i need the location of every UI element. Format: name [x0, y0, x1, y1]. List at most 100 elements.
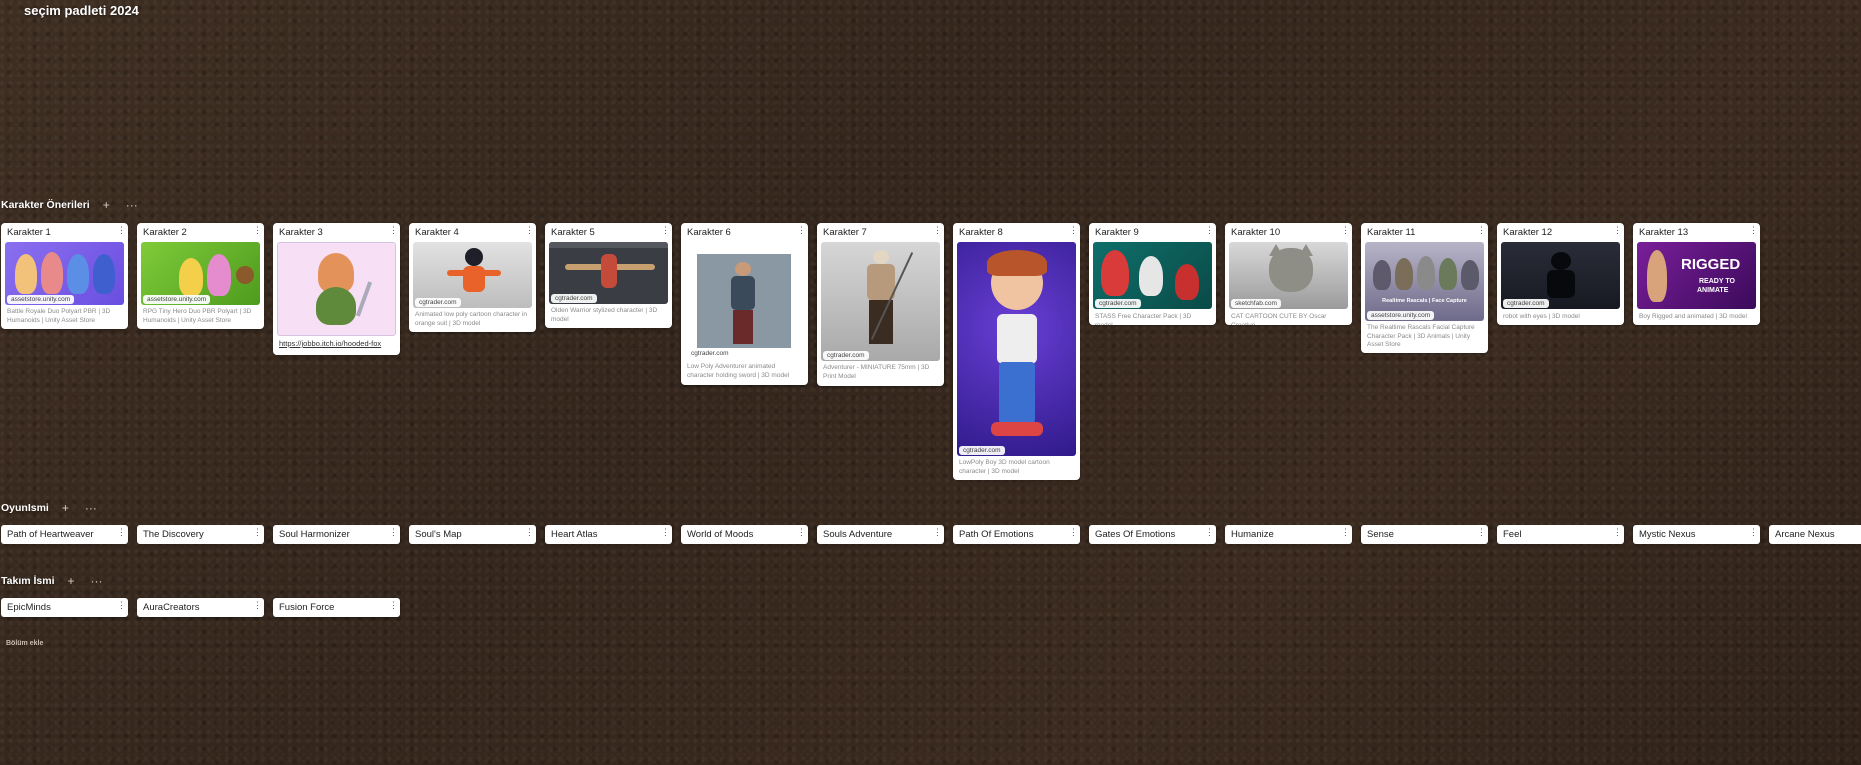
card-menu-icon[interactable]: ⋮ — [389, 528, 398, 537]
post-card-karakter-3[interactable]: Karakter 3 ⋮ https://jobbo.itch.io/hoode… — [273, 223, 400, 355]
card-menu-icon[interactable]: ⋮ — [389, 601, 398, 610]
thumbnail-image[interactable]: cgtrader.com — [957, 242, 1076, 456]
jeans-shape — [999, 362, 1035, 424]
post-chip[interactable]: Fusion Force ⋮ — [273, 598, 400, 617]
post-card-karakter-8[interactable]: Karakter 8 ⋮ cgtrader.com LowPoly Boy 3D… — [953, 223, 1080, 480]
post-chip[interactable]: Heart Atlas ⋮ — [545, 525, 672, 544]
card-menu-icon[interactable]: ⋮ — [1613, 528, 1622, 537]
thumbnail-image[interactable]: cgtrader.com — [413, 242, 532, 308]
add-post-icon[interactable]: + — [65, 575, 78, 587]
add-post-icon[interactable]: + — [59, 502, 72, 514]
post-chip[interactable]: Humanize ⋮ — [1225, 525, 1352, 544]
card-title: Karakter 4 — [415, 227, 459, 238]
character-figure — [93, 254, 115, 294]
card-title: Karakter 11 — [1367, 227, 1416, 238]
post-chip[interactable]: AuraCreators ⋮ — [137, 598, 264, 617]
post-card-karakter-12[interactable]: Karakter 12 ⋮ cgtrader.com robot with ey… — [1497, 223, 1624, 325]
thumb-banner-text: Realtime Rascals | Face Capture — [1382, 298, 1467, 304]
head-shape — [465, 248, 483, 266]
card-menu-icon[interactable]: ⋮ — [933, 226, 942, 235]
card-menu-icon[interactable]: ⋮ — [933, 528, 942, 537]
add-post-icon[interactable]: + — [100, 199, 113, 211]
chip-label: Path of Heartweaver — [7, 529, 94, 540]
card-menu-icon[interactable]: ⋮ — [661, 226, 670, 235]
card-menu-icon[interactable]: ⋮ — [1749, 226, 1758, 235]
card-link[interactable]: https://jobbo.itch.io/hooded-fox — [279, 339, 394, 348]
thumbnail-image[interactable] — [277, 242, 396, 336]
card-menu-icon[interactable]: ⋮ — [1069, 528, 1078, 537]
section-more-icon[interactable]: ··· — [88, 575, 106, 587]
card-menu-icon[interactable]: ⋮ — [117, 601, 126, 610]
post-chip[interactable]: EpicMinds ⋮ — [1, 598, 128, 617]
thumbnail-image[interactable]: assetstore.unity.com — [141, 242, 260, 305]
post-card-karakter-10[interactable]: Karakter 10 ⋮ sketchfab.com CAT CARTOON … — [1225, 223, 1352, 325]
card-menu-icon[interactable]: ⋮ — [389, 226, 398, 235]
card-description: Adventurer - MINIATURE 75mm | 3D Print M… — [823, 364, 930, 380]
thumbnail-image[interactable]: cgtrader.com — [821, 242, 940, 361]
character-figure — [1101, 250, 1129, 296]
post-card-karakter-4[interactable]: Karakter 4 ⋮ cgtrader.com Animated low p… — [409, 223, 536, 332]
card-menu-icon[interactable]: ⋮ — [1341, 528, 1350, 537]
card-menu-icon[interactable]: ⋮ — [525, 528, 534, 537]
post-chip[interactable]: Path Of Emotions ⋮ — [953, 525, 1080, 544]
card-menu-icon[interactable]: ⋮ — [253, 226, 262, 235]
card-menu-icon[interactable]: ⋮ — [117, 528, 126, 537]
card-menu-icon[interactable]: ⋮ — [797, 528, 806, 537]
card-menu-icon[interactable]: ⋮ — [1205, 528, 1214, 537]
post-card-karakter-11[interactable]: Karakter 11 ⋮ Realtime Rascals | Face Ca… — [1361, 223, 1488, 353]
card-menu-icon[interactable]: ⋮ — [1477, 528, 1486, 537]
hair-shape — [987, 250, 1047, 276]
chip-label: Sense — [1367, 529, 1394, 540]
thumbnail-image[interactable]: assetstore.unity.com — [5, 242, 124, 305]
card-menu-icon[interactable]: ⋮ — [1341, 226, 1350, 235]
post-chip[interactable]: Arcane Nexus — [1769, 525, 1861, 544]
post-chip[interactable]: Souls Adventure ⋮ — [817, 525, 944, 544]
post-chip[interactable]: Soul Harmonizer ⋮ — [273, 525, 400, 544]
post-card-karakter-5[interactable]: Karakter 5 ⋮ cgtrader.com Olden Warrior … — [545, 223, 672, 328]
post-chip[interactable]: Soul's Map ⋮ — [409, 525, 536, 544]
post-card-karakter-9[interactable]: Karakter 9 ⋮ cgtrader.com STASS Free Cha… — [1089, 223, 1216, 325]
thumbnail-image[interactable]: RIGGED READY TO ANIMATE — [1637, 242, 1756, 309]
chip-label: Mystic Nexus — [1639, 529, 1696, 540]
card-menu-icon[interactable]: ⋮ — [1613, 226, 1622, 235]
card-menu-icon[interactable]: ⋮ — [253, 528, 262, 537]
domain-badge: cgtrader.com — [823, 351, 869, 360]
domain-badge: assetstore.unity.com — [143, 295, 211, 304]
post-chip[interactable]: Sense ⋮ — [1361, 525, 1488, 544]
post-chip[interactable]: Gates Of Emotions ⋮ — [1089, 525, 1216, 544]
post-chip[interactable]: Feel ⋮ — [1497, 525, 1624, 544]
post-card-karakter-6[interactable]: Karakter 6 ⋮ cgtrader.com Low Poly Adven… — [681, 223, 808, 385]
post-chip[interactable]: Mystic Nexus ⋮ — [1633, 525, 1760, 544]
robot-head — [1551, 252, 1571, 270]
post-card-karakter-7[interactable]: Karakter 7 ⋮ cgtrader.com Adventurer - M… — [817, 223, 944, 386]
add-section-button[interactable]: Bölüm ekle — [6, 640, 43, 647]
card-menu-icon[interactable]: ⋮ — [117, 226, 126, 235]
thumbnail-image[interactable]: sketchfab.com — [1229, 242, 1348, 309]
section-more-icon[interactable]: ··· — [123, 199, 141, 211]
thumbnail-image[interactable]: cgtrader.com — [549, 242, 668, 304]
domain-badge: sketchfab.com — [1231, 299, 1281, 308]
card-title: Karakter 13 — [1639, 227, 1689, 238]
card-menu-icon[interactable]: ⋮ — [1069, 226, 1078, 235]
post-chip[interactable]: World of Moods ⋮ — [681, 525, 808, 544]
card-menu-icon[interactable]: ⋮ — [1477, 226, 1486, 235]
post-chip[interactable]: Path of Heartweaver ⋮ — [1, 525, 128, 544]
card-menu-icon[interactable]: ⋮ — [253, 601, 262, 610]
card-menu-icon[interactable]: ⋮ — [1749, 528, 1758, 537]
card-menu-icon[interactable]: ⋮ — [1205, 226, 1214, 235]
thumbnail-image[interactable]: cgtrader.com — [1093, 242, 1212, 309]
thumbnail-image[interactable]: cgtrader.com — [685, 242, 804, 359]
post-card-karakter-1[interactable]: Karakter 1 ⋮ assetstore.unity.com Battle… — [1, 223, 128, 329]
character-figure — [41, 252, 63, 294]
card-title: Karakter 5 — [551, 227, 595, 238]
thumbnail-image[interactable]: cgtrader.com — [1501, 242, 1620, 309]
character-figure — [1139, 256, 1163, 296]
section-more-icon[interactable]: ··· — [82, 502, 100, 514]
post-chip[interactable]: The Discovery ⋮ — [137, 525, 264, 544]
post-card-karakter-13[interactable]: Karakter 13 ⋮ RIGGED READY TO ANIMATE Bo… — [1633, 223, 1760, 325]
thumbnail-image[interactable]: Realtime Rascals | Face Capture assetsto… — [1365, 242, 1484, 321]
card-menu-icon[interactable]: ⋮ — [661, 528, 670, 537]
card-menu-icon[interactable]: ⋮ — [797, 226, 806, 235]
post-card-karakter-2[interactable]: Karakter 2 ⋮ assetstore.unity.com RPG Ti… — [137, 223, 264, 329]
card-menu-icon[interactable]: ⋮ — [525, 226, 534, 235]
